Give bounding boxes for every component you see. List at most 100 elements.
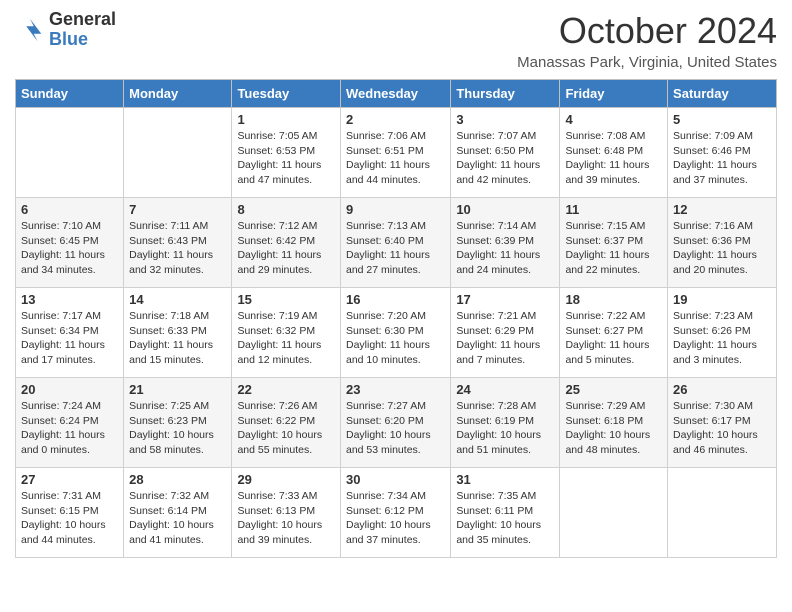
title-section: October 2024 Manassas Park, Virginia, Un… <box>517 10 777 71</box>
day-of-week-header: Monday <box>124 80 232 108</box>
location: Manassas Park, Virginia, United States <box>517 54 777 71</box>
day-number: 23 <box>346 382 445 397</box>
calendar-cell: 27 Sunrise: 7:31 AM Sunset: 6:15 PM Dayli… <box>16 468 124 558</box>
calendar-cell: 13Sunrise: 7:17 AM Sunset: 6:34 PM Dayli… <box>16 288 124 378</box>
day-number: 9 <box>346 202 445 217</box>
month-title: October 2024 <box>517 10 777 52</box>
logo-icon <box>15 15 45 45</box>
calendar-cell: 25Sunrise: 7:29 AM Sunset: 6:18 PM Dayli… <box>560 378 668 468</box>
day-of-week-header: Sunday <box>16 80 124 108</box>
day-info: Sunrise: 7:21 AM Sunset: 6:29 PM Dayligh… <box>456 309 554 368</box>
calendar-cell: 20Sunrise: 7:24 AM Sunset: 6:24 PM Dayli… <box>16 378 124 468</box>
day-info: Sunrise: 7:10 AM Sunset: 6:45 PM Dayligh… <box>21 219 118 278</box>
day-info: Sunrise: 7:32 AM Sunset: 6:14 PM Dayligh… <box>129 489 226 548</box>
day-info: Sunrise: 7:16 AM Sunset: 6:36 PM Dayligh… <box>673 219 771 278</box>
calendar-cell: 31Sunrise: 7:35 AM Sunset: 6:11 PM Dayli… <box>451 468 560 558</box>
day-info: Sunrise: 7:20 AM Sunset: 6:30 PM Dayligh… <box>346 309 445 368</box>
day-info: Sunrise: 7:31 AM Sunset: 6:15 PM Dayligh… <box>21 489 118 548</box>
day-number: 11 <box>565 202 662 217</box>
calendar-cell: 15Sunrise: 7:19 AM Sunset: 6:32 PM Dayli… <box>232 288 341 378</box>
calendar-cell <box>16 108 124 198</box>
day-number: 29 <box>237 472 335 487</box>
day-number: 24 <box>456 382 554 397</box>
calendar-cell: 19 Sunrise: 7:23 AM Sunset: 6:26 PM Dayli… <box>668 288 777 378</box>
day-number: 10 <box>456 202 554 217</box>
day-of-week-header: Saturday <box>668 80 777 108</box>
day-info: Sunrise: 7:28 AM Sunset: 6:19 PM Dayligh… <box>456 399 554 458</box>
day-number: 17 <box>456 292 554 307</box>
calendar-cell: 12 Sunrise: 7:16 AM Sunset: 6:36 PM Dayli… <box>668 198 777 288</box>
day-info: Sunrise: 7:35 AM Sunset: 6:11 PM Dayligh… <box>456 489 554 548</box>
calendar-cell: 6 Sunrise: 7:10 AM Sunset: 6:45 PM Daylig… <box>16 198 124 288</box>
calendar-week-row: 1 Sunrise: 7:05 AM Sunset: 6:53 PM Daylig… <box>16 108 777 198</box>
calendar-cell: 3 Sunrise: 7:07 AM Sunset: 6:50 PM Daylig… <box>451 108 560 198</box>
day-info: Sunrise: 7:05 AM Sunset: 6:53 PM Dayligh… <box>237 129 335 188</box>
day-number: 28 <box>129 472 226 487</box>
day-info: Sunrise: 7:07 AM Sunset: 6:50 PM Dayligh… <box>456 129 554 188</box>
day-info: Sunrise: 7:34 AM Sunset: 6:12 PM Dayligh… <box>346 489 445 548</box>
day-number: 5 <box>673 112 771 127</box>
day-info: Sunrise: 7:14 AM Sunset: 6:39 PM Dayligh… <box>456 219 554 278</box>
page-header: General Blue October 2024 Manassas Park,… <box>15 10 777 71</box>
day-number: 12 <box>673 202 771 217</box>
day-number: 22 <box>237 382 335 397</box>
day-number: 14 <box>129 292 226 307</box>
calendar-cell <box>124 108 232 198</box>
day-of-week-header: Thursday <box>451 80 560 108</box>
day-info: Sunrise: 7:18 AM Sunset: 6:33 PM Dayligh… <box>129 309 226 368</box>
calendar-week-row: 20Sunrise: 7:24 AM Sunset: 6:24 PM Dayli… <box>16 378 777 468</box>
calendar-cell: 28 Sunrise: 7:32 AM Sunset: 6:14 PM Dayli… <box>124 468 232 558</box>
calendar-table: SundayMondayTuesdayWednesdayThursdayFrid… <box>15 79 777 558</box>
calendar-body: 1 Sunrise: 7:05 AM Sunset: 6:53 PM Daylig… <box>16 108 777 558</box>
calendar-cell: 22 Sunrise: 7:26 AM Sunset: 6:22 PM Dayli… <box>232 378 341 468</box>
logo-text: General Blue <box>49 10 116 50</box>
day-info: Sunrise: 7:08 AM Sunset: 6:48 PM Dayligh… <box>565 129 662 188</box>
calendar-cell: 8 Sunrise: 7:12 AM Sunset: 6:42 PM Daylig… <box>232 198 341 288</box>
calendar-week-row: 13Sunrise: 7:17 AM Sunset: 6:34 PM Dayli… <box>16 288 777 378</box>
calendar-cell: 24 Sunrise: 7:28 AM Sunset: 6:19 PM Dayli… <box>451 378 560 468</box>
day-info: Sunrise: 7:25 AM Sunset: 6:23 PM Dayligh… <box>129 399 226 458</box>
day-info: Sunrise: 7:26 AM Sunset: 6:22 PM Dayligh… <box>237 399 335 458</box>
day-number: 18 <box>565 292 662 307</box>
calendar-cell: 30Sunrise: 7:34 AM Sunset: 6:12 PM Dayli… <box>340 468 450 558</box>
day-number: 27 <box>21 472 118 487</box>
day-info: Sunrise: 7:06 AM Sunset: 6:51 PM Dayligh… <box>346 129 445 188</box>
day-info: Sunrise: 7:30 AM Sunset: 6:17 PM Dayligh… <box>673 399 771 458</box>
day-info: Sunrise: 7:33 AM Sunset: 6:13 PM Dayligh… <box>237 489 335 548</box>
logo: General Blue <box>15 10 116 50</box>
logo-blue: Blue <box>49 30 116 50</box>
calendar-cell: 17 Sunrise: 7:21 AM Sunset: 6:29 PM Dayli… <box>451 288 560 378</box>
calendar-cell: 14 Sunrise: 7:18 AM Sunset: 6:33 PM Dayli… <box>124 288 232 378</box>
day-number: 8 <box>237 202 335 217</box>
calendar-cell: 26Sunrise: 7:30 AM Sunset: 6:17 PM Dayli… <box>668 378 777 468</box>
calendar-week-row: 6 Sunrise: 7:10 AM Sunset: 6:45 PM Daylig… <box>16 198 777 288</box>
day-info: Sunrise: 7:27 AM Sunset: 6:20 PM Dayligh… <box>346 399 445 458</box>
day-number: 7 <box>129 202 226 217</box>
day-info: Sunrise: 7:12 AM Sunset: 6:42 PM Dayligh… <box>237 219 335 278</box>
calendar-cell: 21 Sunrise: 7:25 AM Sunset: 6:23 PM Dayli… <box>124 378 232 468</box>
calendar-cell: 5 Sunrise: 7:09 AM Sunset: 6:46 PM Daylig… <box>668 108 777 198</box>
day-number: 21 <box>129 382 226 397</box>
day-of-week-header: Tuesday <box>232 80 341 108</box>
day-number: 4 <box>565 112 662 127</box>
calendar-cell: 29 Sunrise: 7:33 AM Sunset: 6:13 PM Dayli… <box>232 468 341 558</box>
day-number: 3 <box>456 112 554 127</box>
day-number: 13 <box>21 292 118 307</box>
day-number: 1 <box>237 112 335 127</box>
calendar-cell: 9 Sunrise: 7:13 AM Sunset: 6:40 PM Daylig… <box>340 198 450 288</box>
day-number: 6 <box>21 202 118 217</box>
day-info: Sunrise: 7:23 AM Sunset: 6:26 PM Dayligh… <box>673 309 771 368</box>
day-number: 16 <box>346 292 445 307</box>
day-info: Sunrise: 7:13 AM Sunset: 6:40 PM Dayligh… <box>346 219 445 278</box>
day-number: 20 <box>21 382 118 397</box>
calendar-cell <box>668 468 777 558</box>
calendar-cell: 11 Sunrise: 7:15 AM Sunset: 6:37 PM Dayli… <box>560 198 668 288</box>
day-info: Sunrise: 7:15 AM Sunset: 6:37 PM Dayligh… <box>565 219 662 278</box>
calendar-cell: 4 Sunrise: 7:08 AM Sunset: 6:48 PM Daylig… <box>560 108 668 198</box>
calendar-header-row: SundayMondayTuesdayWednesdayThursdayFrid… <box>16 80 777 108</box>
calendar-week-row: 27 Sunrise: 7:31 AM Sunset: 6:15 PM Dayli… <box>16 468 777 558</box>
day-info: Sunrise: 7:11 AM Sunset: 6:43 PM Dayligh… <box>129 219 226 278</box>
day-of-week-header: Friday <box>560 80 668 108</box>
day-number: 19 <box>673 292 771 307</box>
day-info: Sunrise: 7:09 AM Sunset: 6:46 PM Dayligh… <box>673 129 771 188</box>
